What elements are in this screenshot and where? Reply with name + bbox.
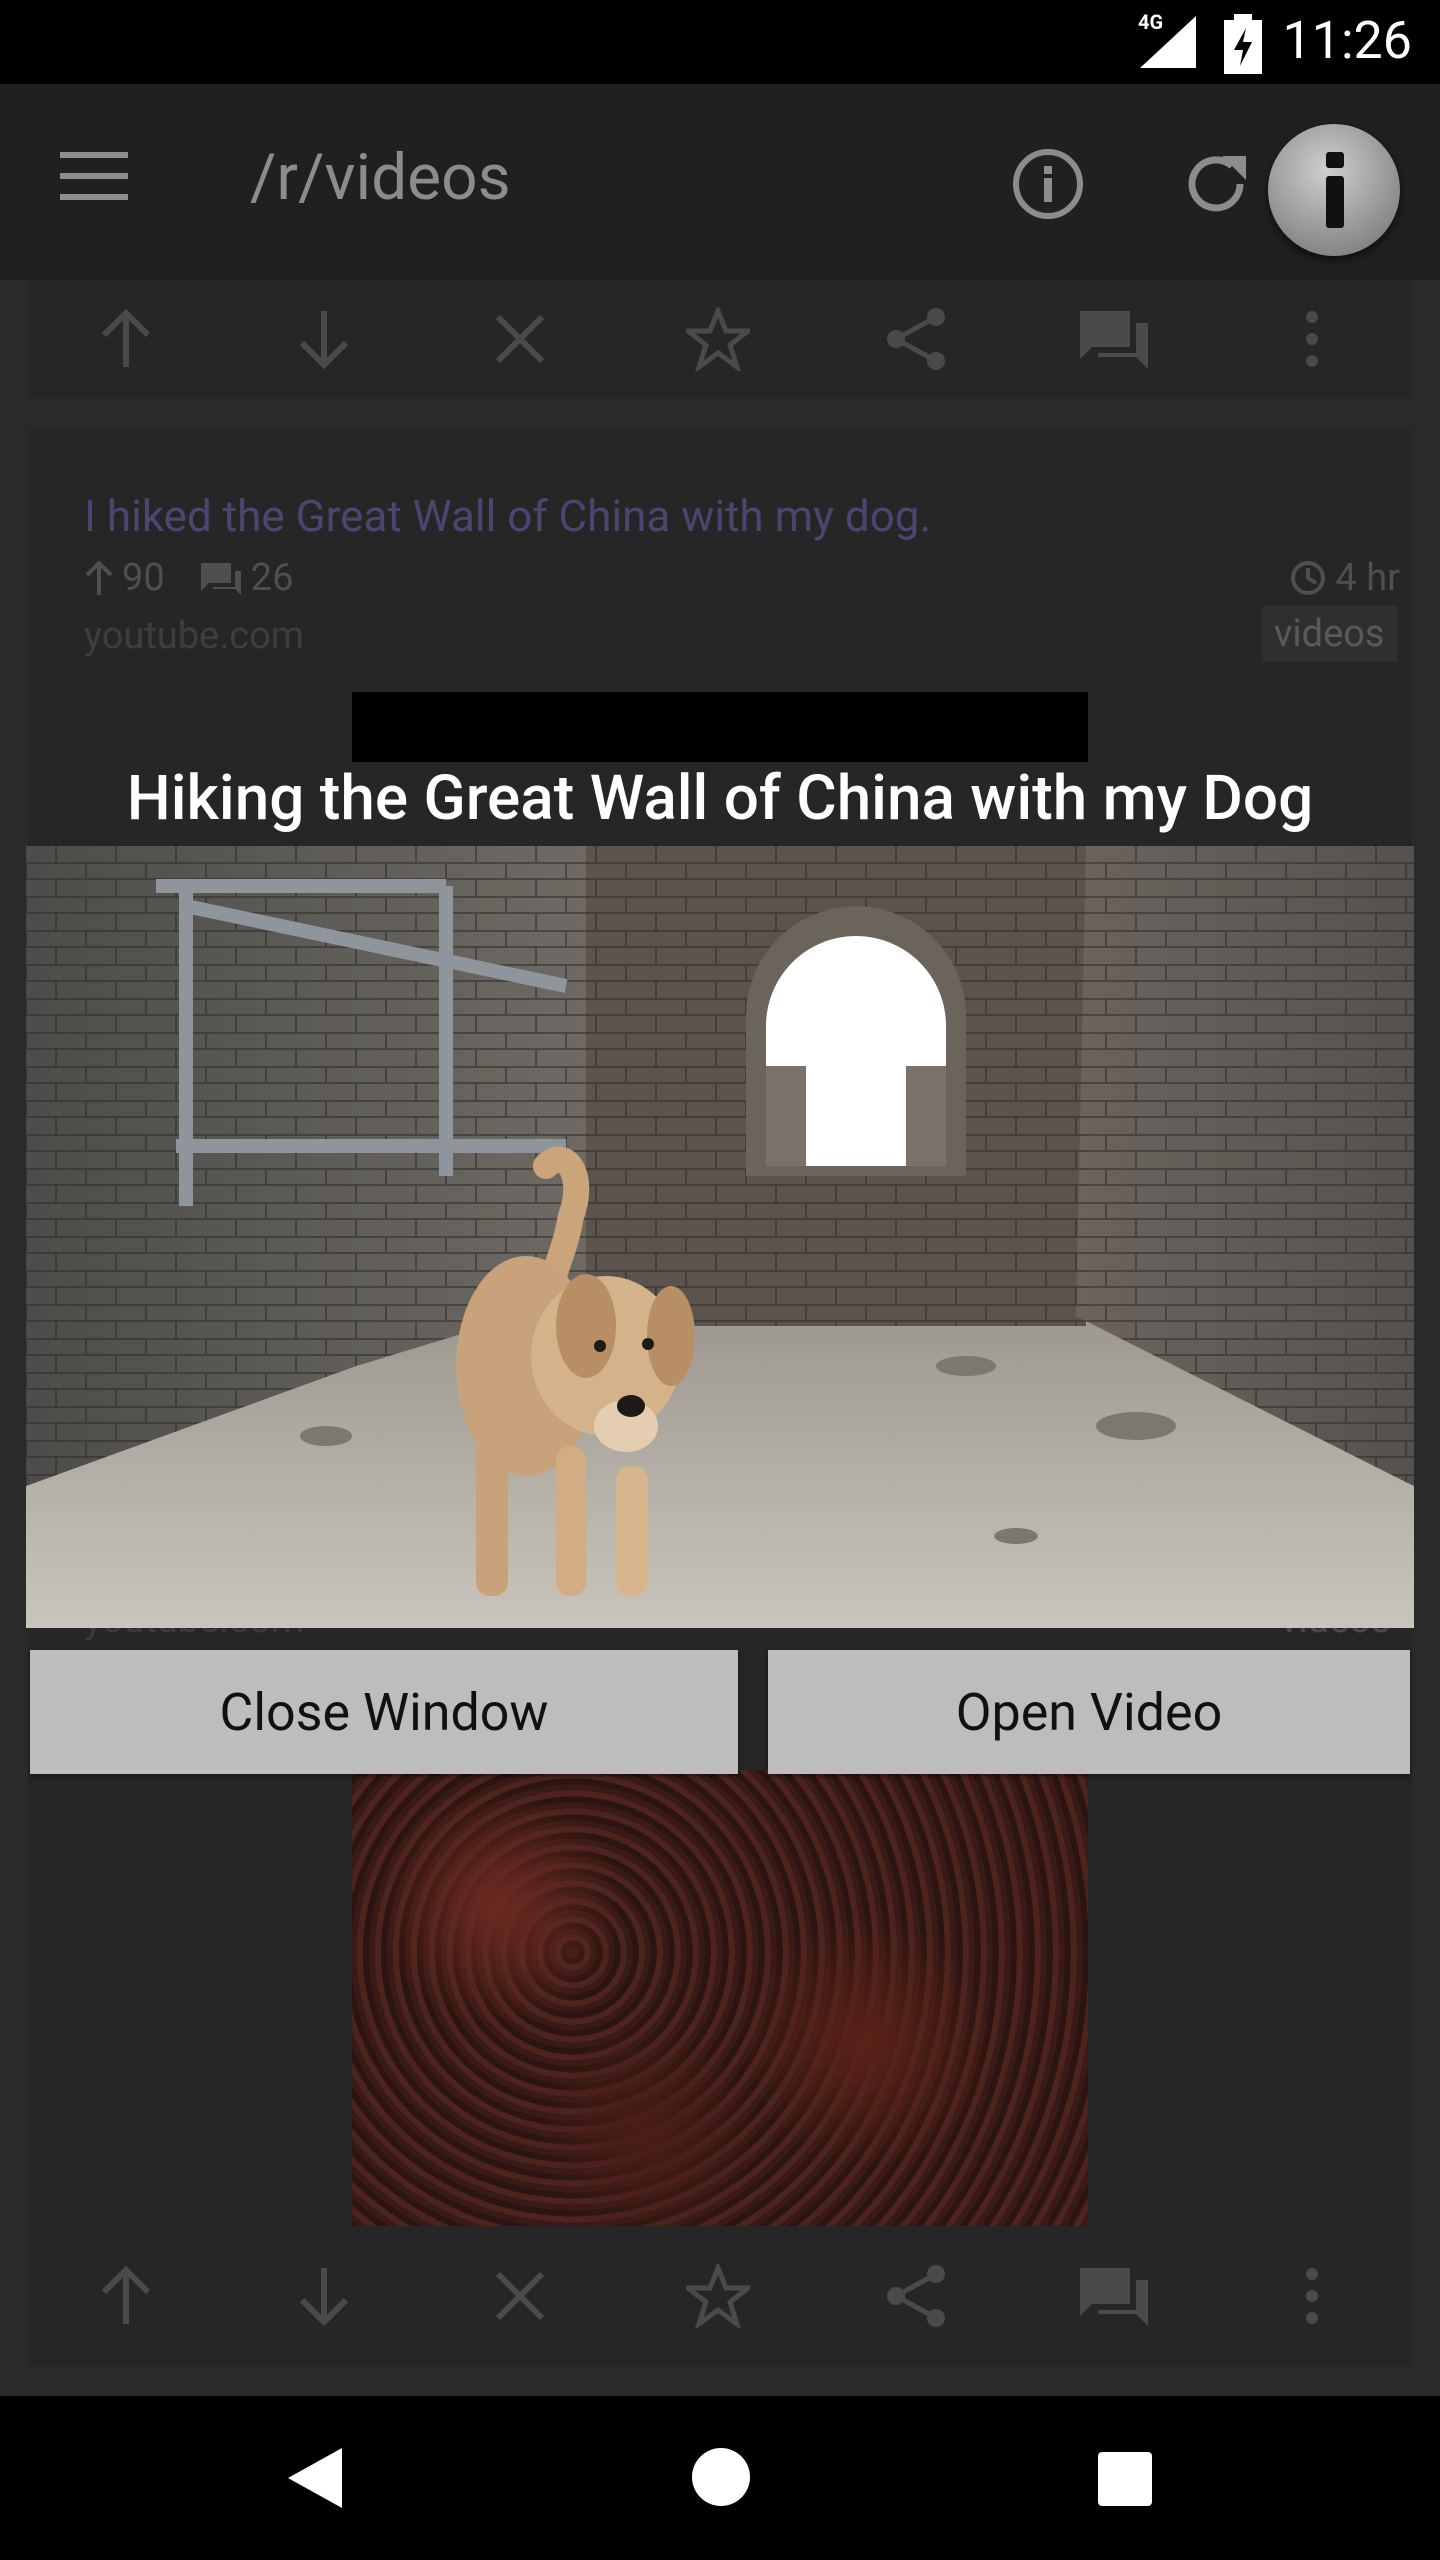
recents-icon[interactable]: [1098, 2452, 1152, 2506]
status-time: 11:26: [1282, 10, 1413, 71]
back-icon[interactable]: [288, 2448, 342, 2508]
home-icon[interactable]: [692, 2448, 750, 2506]
system-nav-bar: [0, 2396, 1440, 2560]
signal-icon: [1140, 16, 1196, 68]
open-video-button[interactable]: Open Video: [768, 1650, 1410, 1774]
battery-charging-icon: [1224, 14, 1262, 74]
close-window-button[interactable]: Close Window: [30, 1650, 738, 1774]
video-preview-frame[interactable]: [26, 846, 1414, 1628]
video-thumbnail-image: [26, 846, 1414, 1628]
video-title: Hiking the Great Wall of China with my D…: [126, 762, 1314, 835]
